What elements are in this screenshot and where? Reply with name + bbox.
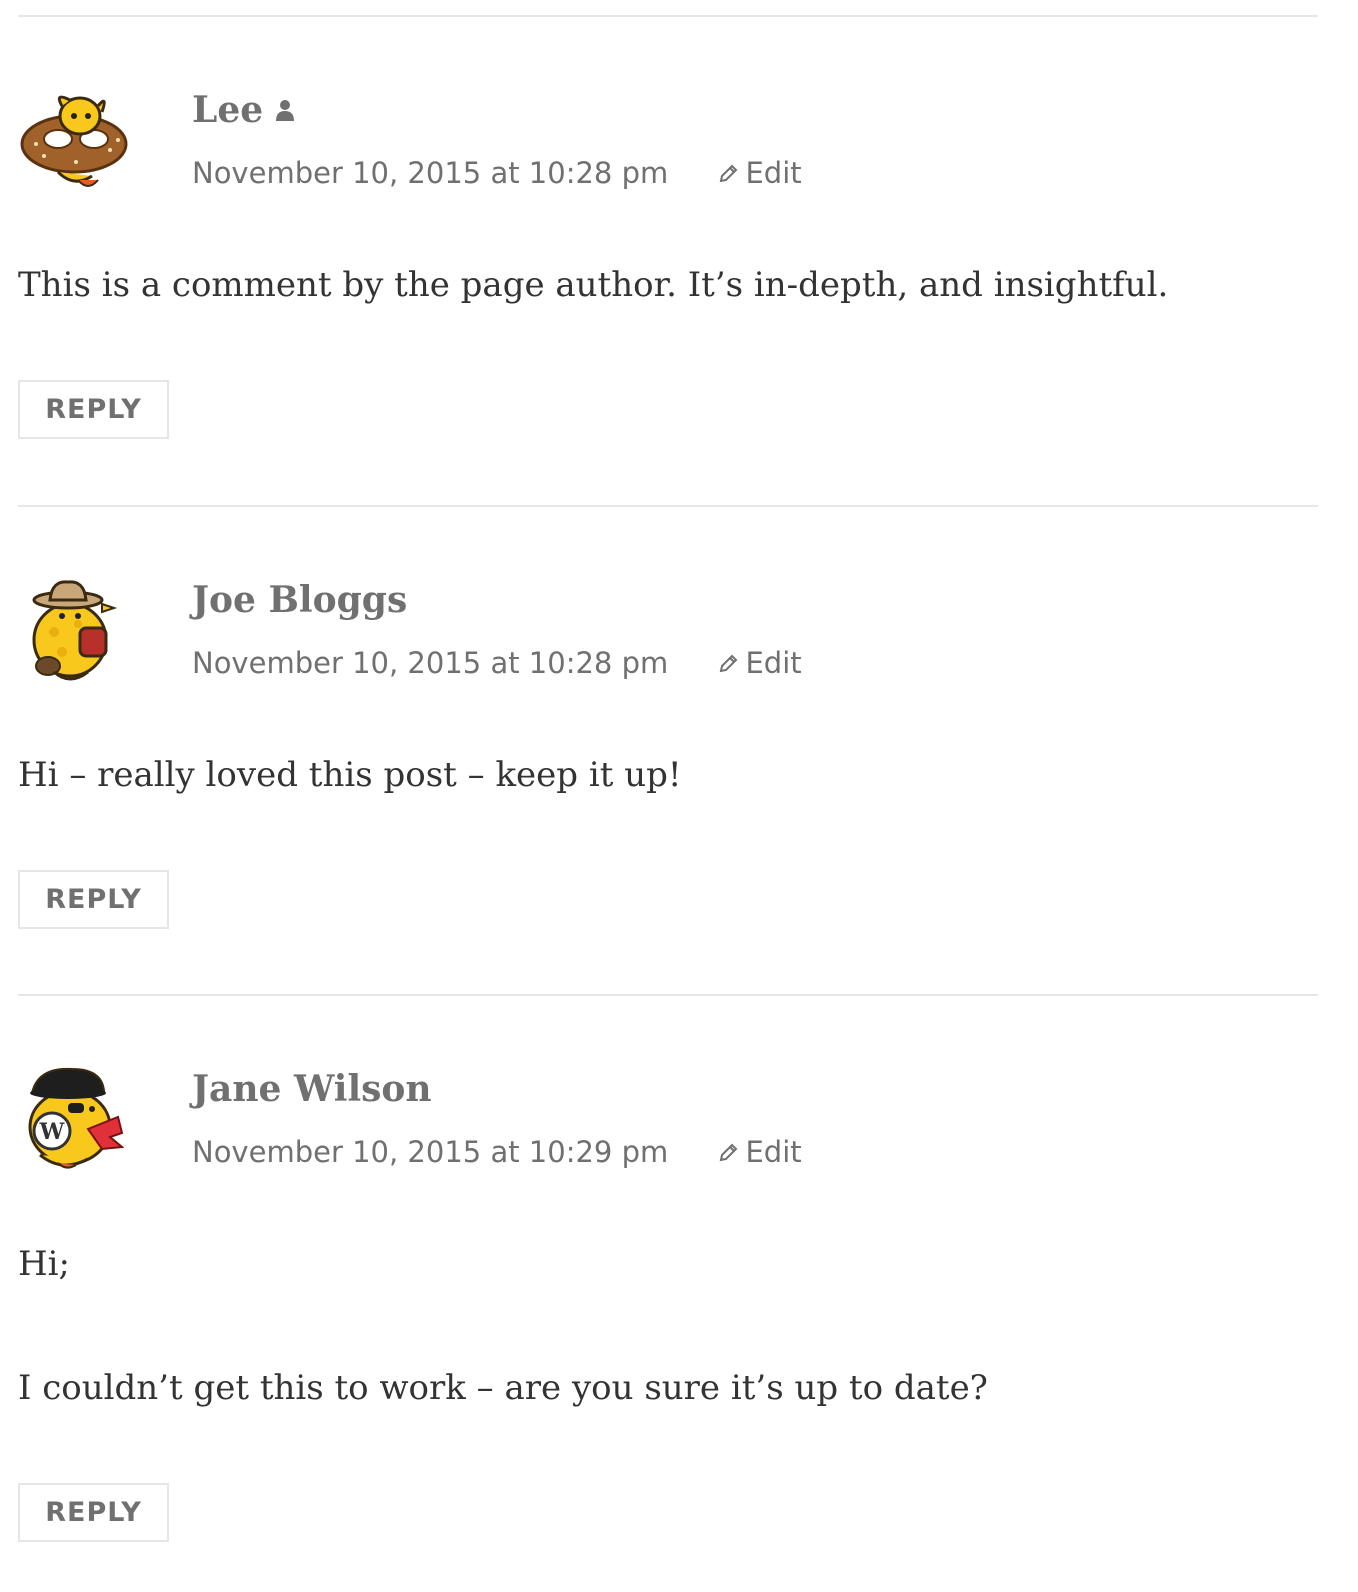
- avatar: [18, 84, 130, 196]
- edit-label[interactable]: Edit: [745, 646, 801, 680]
- wapuu-pretzel-avatar-icon: [20, 95, 128, 187]
- pencil-icon: [720, 164, 738, 183]
- wapuu-pirate-avatar-icon: W: [28, 1067, 125, 1169]
- comment-paragraph: Hi – really loved this post – keep it up…: [18, 755, 682, 795]
- reply-button[interactable]: REPLY: [18, 870, 169, 929]
- pencil-icon: [720, 1143, 738, 1162]
- comment-divider: [18, 994, 1318, 996]
- comment-date-link[interactable]: November 10, 2015 at 10:29 pm: [192, 1135, 668, 1169]
- edit-link[interactable]: Edit: [717, 1134, 802, 1170]
- avatar: W: [18, 1063, 130, 1175]
- reply-button[interactable]: REPLY: [18, 380, 169, 439]
- comment-meta: November 10, 2015 at 10:29 pm Edit: [192, 1134, 802, 1170]
- svg-text:W: W: [39, 1119, 65, 1145]
- comment-author[interactable]: Joe Bloggs: [192, 580, 407, 620]
- edit-link[interactable]: Edit: [717, 645, 802, 681]
- comment-paragraph: I couldn’t get this to work – are you su…: [18, 1368, 988, 1408]
- edit-label[interactable]: Edit: [745, 1135, 801, 1169]
- comment-meta: November 10, 2015 at 10:28 pm Edit: [192, 155, 802, 191]
- author-name[interactable]: Jane Wilson: [192, 1068, 432, 1110]
- comment-date-link[interactable]: November 10, 2015 at 10:28 pm: [192, 646, 668, 680]
- comment-divider: [18, 15, 1318, 17]
- comment-author[interactable]: Lee: [192, 90, 295, 130]
- comment-date-link[interactable]: November 10, 2015 at 10:28 pm: [192, 156, 668, 190]
- pencil-icon: [720, 654, 738, 673]
- author-name[interactable]: Joe Bloggs: [192, 579, 407, 621]
- edit-link[interactable]: Edit: [717, 155, 802, 191]
- comment-paragraph: Hi;: [18, 1244, 70, 1284]
- author-name[interactable]: Lee: [192, 89, 263, 131]
- comment-paragraph: This is a comment by the page author. It…: [18, 265, 1169, 305]
- comment-meta: November 10, 2015 at 10:28 pm Edit: [192, 645, 802, 681]
- wapuu-cowboy-avatar-icon: [32, 580, 118, 681]
- comment-divider: [18, 505, 1318, 507]
- post-author-icon: [275, 90, 295, 130]
- edit-label[interactable]: Edit: [745, 156, 801, 190]
- comment-author[interactable]: Jane Wilson: [192, 1069, 432, 1109]
- reply-button[interactable]: REPLY: [18, 1483, 169, 1542]
- avatar: [18, 574, 130, 686]
